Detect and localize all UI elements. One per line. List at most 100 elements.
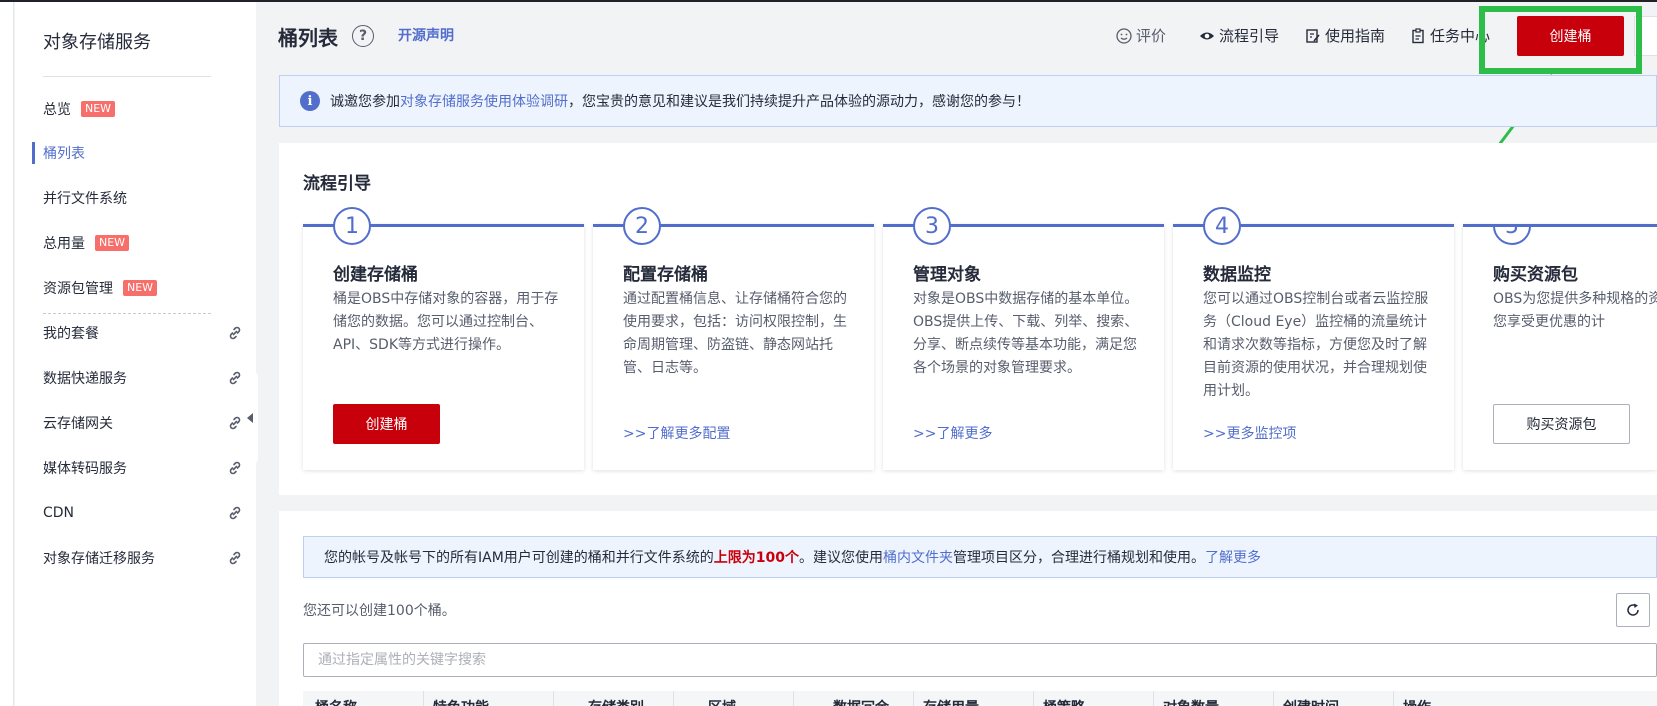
highlight-annotation-box xyxy=(1479,6,1642,74)
active-indicator xyxy=(32,142,35,164)
step-description: 通过配置桶信息、让存储桶符合您的使用要求，包括：访问权限控制，生命周期管理、防盗… xyxy=(623,291,847,376)
quota-mid: 。建议您使用 xyxy=(799,550,884,566)
step-description: 您可以通过OBS控制台或者云监控服务（Cloud Eye）监控桶的流量统计和请求… xyxy=(1203,291,1429,399)
sidebar-divider xyxy=(43,76,211,77)
help-icon[interactable]: ? xyxy=(352,25,374,47)
column-divider xyxy=(1033,691,1034,706)
smile-icon xyxy=(1116,27,1132,44)
sidebar-item-cdn[interactable]: CDN xyxy=(43,501,243,525)
sidebar-item-data-express[interactable]: 数据快递服务 xyxy=(43,366,243,390)
step-title: 管理对象 xyxy=(913,265,981,285)
step-description: 对象是OBS中数据存储的基本单位。OBS提供上传、下载、列举、搜索、分享、断点续… xyxy=(913,291,1139,376)
sidebar-item-my-packages[interactable]: 我的套餐 xyxy=(43,321,243,345)
bucket-list-panel: 您的帐号及帐号下的所有IAM用户可创建的桶和并行文件系统的 上限为100个 。建议您… xyxy=(279,511,1657,706)
step-title: 配置存储桶 xyxy=(623,265,708,285)
sidebar: 对象存储服务 总览 NEW 桶列表 并行文件系统 总用量 NEW 资源包管理 N… xyxy=(15,2,256,706)
usage-guide-label: 使用指南 xyxy=(1325,27,1386,45)
sidebar-item-total-usage[interactable]: 总用量 NEW xyxy=(43,231,243,255)
sidebar-item-label: 总览 xyxy=(43,102,71,118)
column-object-count[interactable]: 对象数量 xyxy=(1163,697,1219,706)
sidebar-item-label: CDN xyxy=(43,505,75,521)
caret-left-icon xyxy=(247,413,253,423)
column-divider xyxy=(1393,691,1394,706)
search-input[interactable] xyxy=(303,643,1657,677)
link-icon xyxy=(229,416,241,430)
step-number: 2 xyxy=(623,207,661,245)
link-icon xyxy=(229,506,241,520)
survey-link[interactable]: 对象存储服务使用体验调研 xyxy=(400,91,568,111)
clipboard-icon xyxy=(1412,27,1424,43)
eye-icon xyxy=(1200,32,1214,39)
sidebar-item-bucket-list[interactable]: 桶列表 xyxy=(43,141,243,165)
column-divider xyxy=(1153,691,1154,706)
step-title: 购买资源包 xyxy=(1493,265,1578,285)
learn-more-config-link[interactable]: >>了解更多配置 xyxy=(623,423,730,443)
quota-learn-more-link[interactable]: 了解更多 xyxy=(1205,547,1261,567)
guide-title: 流程引导 xyxy=(303,174,371,194)
rate-label: 评价 xyxy=(1136,27,1167,45)
step-number: 5 xyxy=(1493,227,1531,245)
sidebar-title: 对象存储服务 xyxy=(43,32,151,53)
buy-package-button[interactable]: 购买资源包 xyxy=(1493,404,1630,444)
link-icon xyxy=(229,551,241,565)
column-divider xyxy=(673,691,674,706)
sidebar-item-parallel-fs[interactable]: 并行文件系统 xyxy=(43,186,243,210)
link-icon xyxy=(229,326,241,340)
quota-prefix: 您的帐号及帐号下的所有IAM用户可创建的桶和并行文件系统的 xyxy=(324,550,714,566)
column-divider xyxy=(913,691,914,706)
more-monitoring-link[interactable]: >>更多监控项 xyxy=(1203,423,1296,443)
sidebar-item-migration[interactable]: 对象存储迁移服务 xyxy=(43,546,243,570)
column-storage-usage[interactable]: 存储用量 xyxy=(923,697,979,706)
new-badge: NEW xyxy=(81,101,116,117)
quota-suffix: 管理项目区分，合理进行桶规划和使用。 xyxy=(953,550,1206,566)
column-region[interactable]: 区域 xyxy=(708,697,736,706)
column-features[interactable]: 特色功能 xyxy=(433,697,489,706)
edit-doc-icon xyxy=(1306,28,1320,43)
info-icon: i xyxy=(300,91,320,111)
link-icon xyxy=(229,371,241,385)
page-title: 桶列表 xyxy=(278,26,338,50)
column-divider xyxy=(793,691,794,706)
column-created-time[interactable]: 创建时间 xyxy=(1283,697,1339,706)
step-number: 3 xyxy=(913,207,951,245)
sidebar-item-overview[interactable]: 总览 NEW xyxy=(43,97,243,121)
step-number: 1 xyxy=(333,207,371,245)
column-bucket-policy[interactable]: 桶策略 xyxy=(1043,697,1085,706)
refresh-button[interactable] xyxy=(1616,593,1650,627)
column-divider xyxy=(423,691,424,706)
usage-guide-link[interactable]: 使用指南 xyxy=(1305,25,1385,46)
sidebar-item-media-transcoding[interactable]: 媒体转码服务 xyxy=(43,456,243,480)
sidebar-item-label: 总用量 xyxy=(43,236,85,252)
refresh-icon xyxy=(1627,603,1639,616)
sidebar-item-label: 媒体转码服务 xyxy=(43,461,127,477)
sidebar-collapse-button[interactable] xyxy=(242,370,258,466)
sidebar-item-label: 云存储网关 xyxy=(43,416,113,432)
survey-suffix: ，您宝贵的意见和建议是我们持续提升产品体验的源动力，感谢您的参与！ xyxy=(568,94,1030,110)
process-guide-link[interactable]: 流程引导 xyxy=(1199,25,1279,46)
step-description: 桶是OBS中存储对象的容器，用于存储您的数据。您可以通过控制台、API、SDK等… xyxy=(333,291,559,353)
step-number: 4 xyxy=(1203,207,1241,245)
guide-create-bucket-button[interactable]: 创建桶 xyxy=(333,404,440,444)
sidebar-item-resource-packages[interactable]: 资源包管理 NEW xyxy=(43,276,243,300)
sidebar-item-label: 数据快递服务 xyxy=(43,371,127,387)
step-title: 创建存储桶 xyxy=(333,265,418,285)
column-storage-class[interactable]: 存储类别 xyxy=(588,697,644,706)
rate-link[interactable]: 评价 xyxy=(1116,25,1166,46)
quota-limit: 上限为100个 xyxy=(713,550,800,566)
link-icon xyxy=(229,461,241,475)
open-source-link[interactable]: 开源声明 xyxy=(398,25,454,45)
step-description: OBS为您提供多种规格的资源包，让您享受更优惠的计 xyxy=(1493,291,1657,330)
process-guide-panel: 流程引导 1 创建存储桶 桶是OBS中存储对象的容器，用于存储您的数据。您可以通… xyxy=(279,143,1657,495)
column-divider xyxy=(1273,691,1274,706)
column-redundancy[interactable]: 数据冗余... xyxy=(833,697,905,706)
sidebar-item-label: 我的套餐 xyxy=(43,326,99,342)
step-title: 数据监控 xyxy=(1203,265,1271,285)
sidebar-item-storage-gateway[interactable]: 云存储网关 xyxy=(43,411,243,435)
survey-banner: i 诚邀您参加 对象存储服务使用体验调研 ，您宝贵的意见和建议是我们持续提升产品体验… xyxy=(279,75,1657,127)
learn-more-link[interactable]: >>了解更多 xyxy=(913,423,992,443)
bucket-folder-link[interactable]: 桶内文件夹 xyxy=(883,547,953,567)
column-bucket-name[interactable]: 桶名称 xyxy=(315,697,357,706)
process-guide-label: 流程引导 xyxy=(1219,27,1280,45)
task-center-link[interactable]: 任务中心 xyxy=(1410,25,1490,46)
new-badge: NEW xyxy=(123,280,158,296)
